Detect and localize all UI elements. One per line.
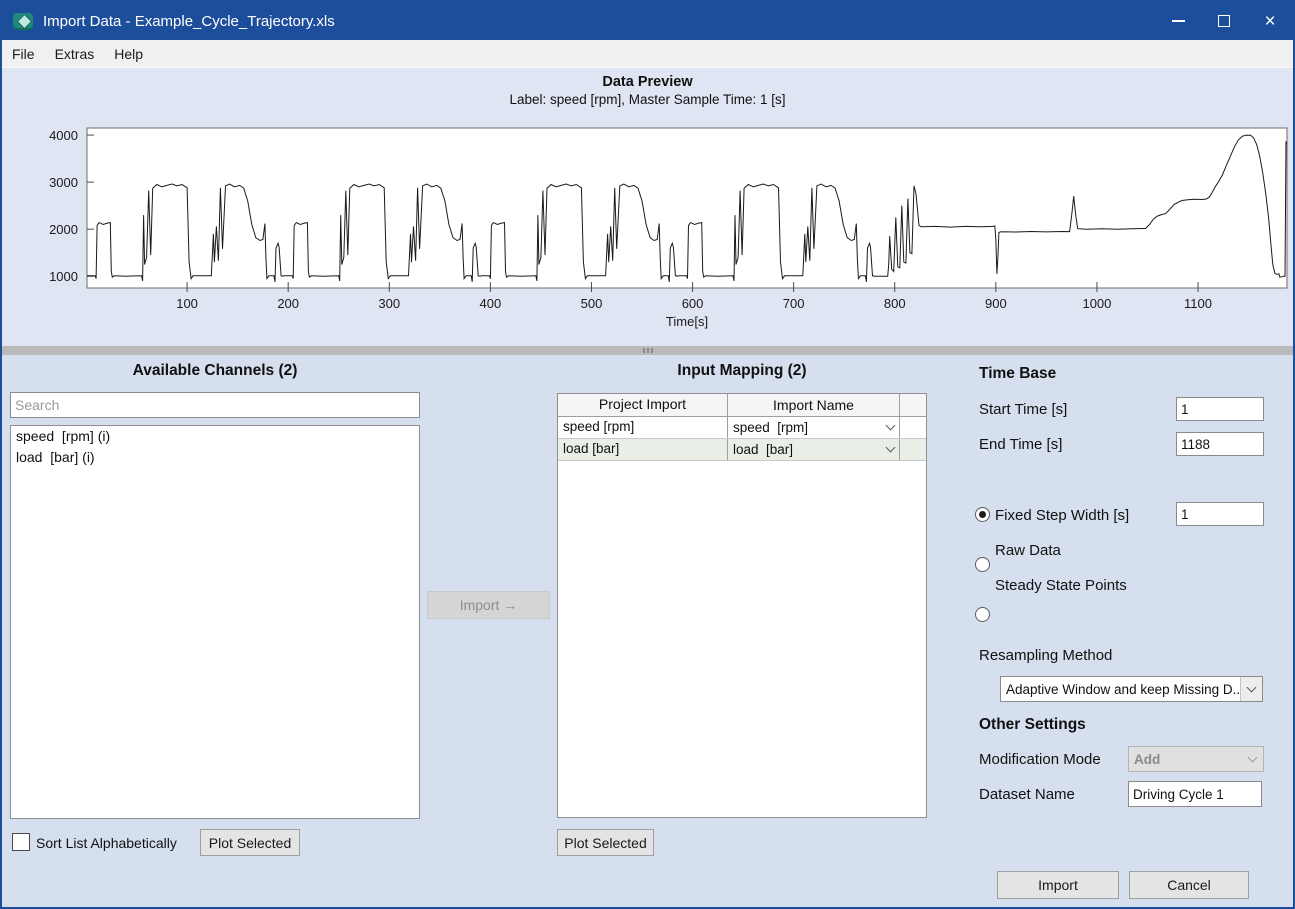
chevron-down-icon <box>886 443 896 453</box>
column-header-project-import[interactable]: Project Import <box>558 394 728 416</box>
import-button[interactable]: Import <box>997 871 1119 899</box>
plot-selected-channels-button[interactable]: Plot Selected <box>200 829 300 856</box>
fixed-step-width-label: Fixed Step Width [s] <box>995 507 1129 524</box>
dropdown-button <box>1240 677 1262 701</box>
plot-selected-mapping-button[interactable]: Plot Selected <box>557 829 654 856</box>
mapping-row[interactable]: load [bar] load [bar] <box>558 439 926 461</box>
project-import-cell: speed [rpm] <box>558 417 728 438</box>
dropdown-button <box>1241 747 1263 771</box>
end-time-label: End Time [s] <box>979 436 1062 453</box>
x-tick-label: 1000 <box>1082 296 1111 311</box>
import-name-dropdown[interactable]: load [bar] <box>728 439 900 460</box>
x-tick-label: 900 <box>985 296 1007 311</box>
column-header-spacer <box>900 394 926 416</box>
x-tick-label: 200 <box>277 296 299 311</box>
x-tick-label: 400 <box>480 296 502 311</box>
import-name-value: load [bar] <box>733 442 793 457</box>
y-tick-label: 3000 <box>49 175 78 190</box>
app-icon <box>13 13 33 30</box>
maximize-icon <box>1218 15 1230 27</box>
titlebar: Import Data - Example_Cycle_Trajectory.x… <box>2 2 1293 40</box>
resampling-method-value: Adaptive Window and keep Missing D... <box>1001 682 1240 697</box>
x-tick-label: 500 <box>581 296 603 311</box>
fixed-step-width-input[interactable] <box>1176 502 1264 526</box>
window-title: Import Data - Example_Cycle_Trajectory.x… <box>43 13 335 30</box>
chevron-down-icon <box>1247 682 1257 692</box>
column-header-import-name[interactable]: Import Name <box>728 394 900 416</box>
x-tick-label: 700 <box>783 296 805 311</box>
dataset-name-label: Dataset Name <box>979 786 1075 803</box>
start-time-input[interactable] <box>1176 397 1264 421</box>
close-button[interactable]: × <box>1247 2 1293 40</box>
channel-list-item[interactable]: speed [rpm] (i) <box>11 426 419 447</box>
channel-listbox: speed [rpm] (i) load [bar] (i) <box>10 425 420 819</box>
steady-state-points-label: Steady State Points <box>995 577 1127 594</box>
maximize-button[interactable] <box>1201 2 1247 40</box>
dataset-name-input[interactable] <box>1128 781 1262 807</box>
menubar: File Extras Help <box>2 40 1293 68</box>
x-tick-label: 600 <box>682 296 704 311</box>
mapping-header-row: Project Import Import Name <box>558 394 926 417</box>
modification-mode-value: Add <box>1129 752 1241 767</box>
raw-data-radio[interactable] <box>975 557 990 572</box>
sort-alphabetically-checkbox[interactable] <box>12 833 30 851</box>
y-tick-label: 2000 <box>49 222 78 237</box>
y-tick-label: 1000 <box>49 269 78 284</box>
x-tick-label: 300 <box>378 296 400 311</box>
x-axis-label: Time[s] <box>666 314 708 329</box>
minimize-button[interactable] <box>1155 2 1201 40</box>
x-tick-label: 800 <box>884 296 906 311</box>
input-mapping-title: Input Mapping (2) <box>557 362 927 380</box>
modification-mode-label: Modification Mode <box>979 751 1101 768</box>
project-import-cell: load [bar] <box>558 439 728 460</box>
y-tick-label: 4000 <box>49 128 78 143</box>
steady-state-points-radio[interactable] <box>975 607 990 622</box>
start-time-label: Start Time [s] <box>979 401 1067 418</box>
input-mapping-table: Project Import Import Name speed [rpm] s… <box>557 393 927 818</box>
sort-alphabetically-label: Sort List Alphabetically <box>36 835 177 851</box>
import-name-value: speed [rpm] <box>733 420 808 435</box>
chevron-down-icon <box>886 421 896 431</box>
mapping-row[interactable]: speed [rpm] speed [rpm] <box>558 417 926 439</box>
data-preview-section: Data Preview Label: speed [rpm], Master … <box>2 68 1293 346</box>
search-input[interactable] <box>10 392 420 418</box>
preview-chart: 100 200 300 400 500 600 700 800 900 1000 1100 1000 2… <box>2 68 1295 346</box>
menu-help[interactable]: Help <box>104 40 153 67</box>
cancel-button[interactable]: Cancel <box>1129 871 1249 899</box>
end-time-input[interactable] <box>1176 432 1264 456</box>
raw-data-label: Raw Data <box>995 542 1061 559</box>
import-arrow-button[interactable]: Import → <box>427 591 550 619</box>
minimize-icon <box>1172 20 1185 22</box>
import-data-window: Import Data - Example_Cycle_Trajectory.x… <box>0 0 1295 909</box>
resampling-method-dropdown[interactable]: Adaptive Window and keep Missing D... <box>1000 676 1263 702</box>
channel-list-item[interactable]: load [bar] (i) <box>11 447 419 468</box>
menu-file[interactable]: File <box>2 40 45 67</box>
resampling-method-label: Resampling Method <box>979 647 1112 664</box>
x-tick-label: 1100 <box>1184 296 1212 311</box>
plot-area <box>87 128 1287 288</box>
modification-mode-dropdown[interactable]: Add <box>1128 746 1264 772</box>
available-channels-title: Available Channels (2) <box>10 362 420 380</box>
chevron-down-icon <box>1247 752 1257 762</box>
x-tick-label: 100 <box>176 296 198 311</box>
fixed-step-width-radio[interactable] <box>975 507 990 522</box>
close-icon: × <box>1264 12 1275 31</box>
menu-extras[interactable]: Extras <box>45 40 105 67</box>
horizontal-splitter[interactable] <box>2 346 1293 355</box>
import-name-dropdown[interactable]: speed [rpm] <box>728 417 900 438</box>
other-settings-title: Other Settings <box>979 716 1086 734</box>
time-base-title: Time Base <box>979 365 1056 383</box>
window-controls: × <box>1155 2 1293 40</box>
